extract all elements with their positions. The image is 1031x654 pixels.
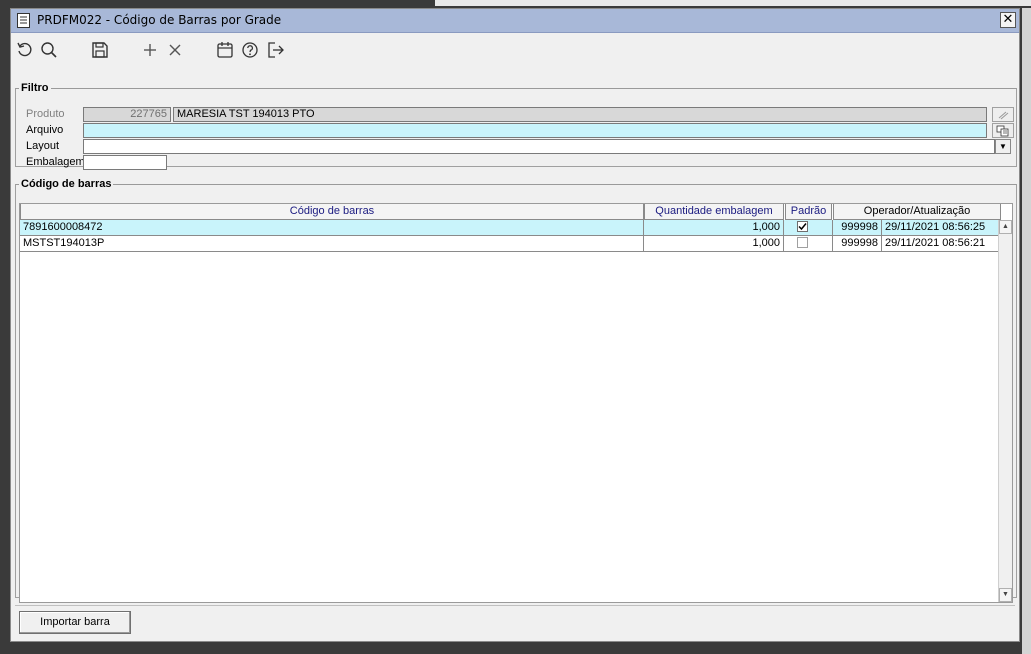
arquivo-browse-button[interactable] xyxy=(992,123,1014,138)
scroll-up-button[interactable]: ▲ xyxy=(999,220,1012,234)
delete-icon xyxy=(169,44,181,56)
produto-lookup-button[interactable] xyxy=(992,107,1014,122)
arquivo-field[interactable] xyxy=(83,123,987,138)
col-header-operador[interactable]: Operador/Atualização xyxy=(833,204,1001,220)
produto-description-field[interactable]: MARESIA TST 194013 PTO xyxy=(173,107,987,122)
cell-codigo[interactable]: MSTST194013P xyxy=(20,236,644,252)
divider xyxy=(15,605,1015,606)
search-button[interactable] xyxy=(39,40,59,60)
barcodes-grid[interactable]: Código de barras Quantidade embalagem Pa… xyxy=(19,203,1013,603)
close-button[interactable]: ✕ xyxy=(1000,12,1016,28)
exit-button[interactable] xyxy=(266,40,286,60)
padrao-checkbox-unchecked[interactable] xyxy=(797,237,808,248)
search-icon xyxy=(41,42,57,58)
background-strip xyxy=(435,0,1031,6)
vertical-scrollbar[interactable]: ▲ ▼ xyxy=(998,220,1012,602)
pencil-icon xyxy=(998,111,1009,119)
check-icon xyxy=(798,223,807,231)
arquivo-label: Arquivo xyxy=(26,124,64,136)
import-button-label: Importar barra xyxy=(40,616,110,628)
scroll-down-button[interactable]: ▼ xyxy=(999,588,1012,602)
exit-icon xyxy=(268,42,284,58)
cell-padrao[interactable] xyxy=(784,236,832,252)
file-browse-icon xyxy=(996,125,1009,136)
help-button[interactable] xyxy=(240,40,260,60)
col-header-quantidade[interactable]: Quantidade embalagem xyxy=(644,204,784,220)
col-header-codigo[interactable]: Código de barras xyxy=(20,204,644,220)
cell-atualizacao[interactable]: 29/11/2021 08:56:25 xyxy=(882,220,1001,236)
filter-group: Filtro Produto 227765 MARESIA TST 194013… xyxy=(15,82,1017,170)
cell-operador[interactable]: 999998 xyxy=(832,220,882,236)
add-icon xyxy=(144,44,156,56)
main-window: PRDFM022 - Código de Barras por Grade ✕ … xyxy=(10,8,1020,642)
calendar-button[interactable] xyxy=(215,40,235,60)
cell-padrao[interactable] xyxy=(784,220,832,236)
padrao-checkbox-checked[interactable] xyxy=(797,221,808,232)
layout-dropdown-button[interactable]: ▼ xyxy=(995,139,1011,154)
produto-code-field[interactable]: 227765 xyxy=(83,107,171,122)
window-title: PRDFM022 - Código de Barras por Grade xyxy=(37,13,282,27)
embalagem-field[interactable] xyxy=(83,155,167,170)
produto-label: Produto xyxy=(26,108,65,120)
document-icon xyxy=(17,13,30,28)
add-button[interactable] xyxy=(140,40,160,60)
refresh-icon xyxy=(17,42,32,57)
filter-legend: Filtro xyxy=(21,82,49,94)
calendar-icon xyxy=(217,42,233,58)
cell-atualizacao[interactable]: 29/11/2021 08:56:21 xyxy=(882,236,1001,252)
layout-label: Layout xyxy=(26,140,60,152)
help-icon xyxy=(242,42,258,58)
barcodes-group: Código de barras Código de barras Quanti… xyxy=(15,178,1017,603)
chevron-up-icon: ▲ xyxy=(1002,223,1009,230)
toolbar xyxy=(11,33,1019,65)
chevron-down-icon: ▼ xyxy=(999,142,1007,151)
background-edge xyxy=(1022,8,1031,654)
title-bar[interactable]: PRDFM022 - Código de Barras por Grade ✕ xyxy=(11,9,1019,33)
barcodes-legend: Código de barras xyxy=(21,178,112,190)
cell-quantidade[interactable]: 1,000 xyxy=(644,220,784,236)
save-button[interactable] xyxy=(90,40,110,60)
refresh-button[interactable] xyxy=(15,40,35,60)
embalagem-label: Embalagem xyxy=(26,156,85,168)
delete-button[interactable] xyxy=(165,40,185,60)
col-header-padrao[interactable]: Padrão xyxy=(785,204,832,220)
cell-codigo[interactable]: 7891600008472 xyxy=(20,220,644,236)
chevron-down-icon: ▼ xyxy=(1002,591,1009,598)
cell-quantidade[interactable]: 1,000 xyxy=(644,236,784,252)
cell-operador[interactable]: 999998 xyxy=(832,236,882,252)
save-icon xyxy=(92,42,108,58)
close-icon: ✕ xyxy=(1002,12,1014,27)
layout-select[interactable] xyxy=(83,139,995,154)
import-barcode-button[interactable]: Importar barra xyxy=(19,611,131,634)
